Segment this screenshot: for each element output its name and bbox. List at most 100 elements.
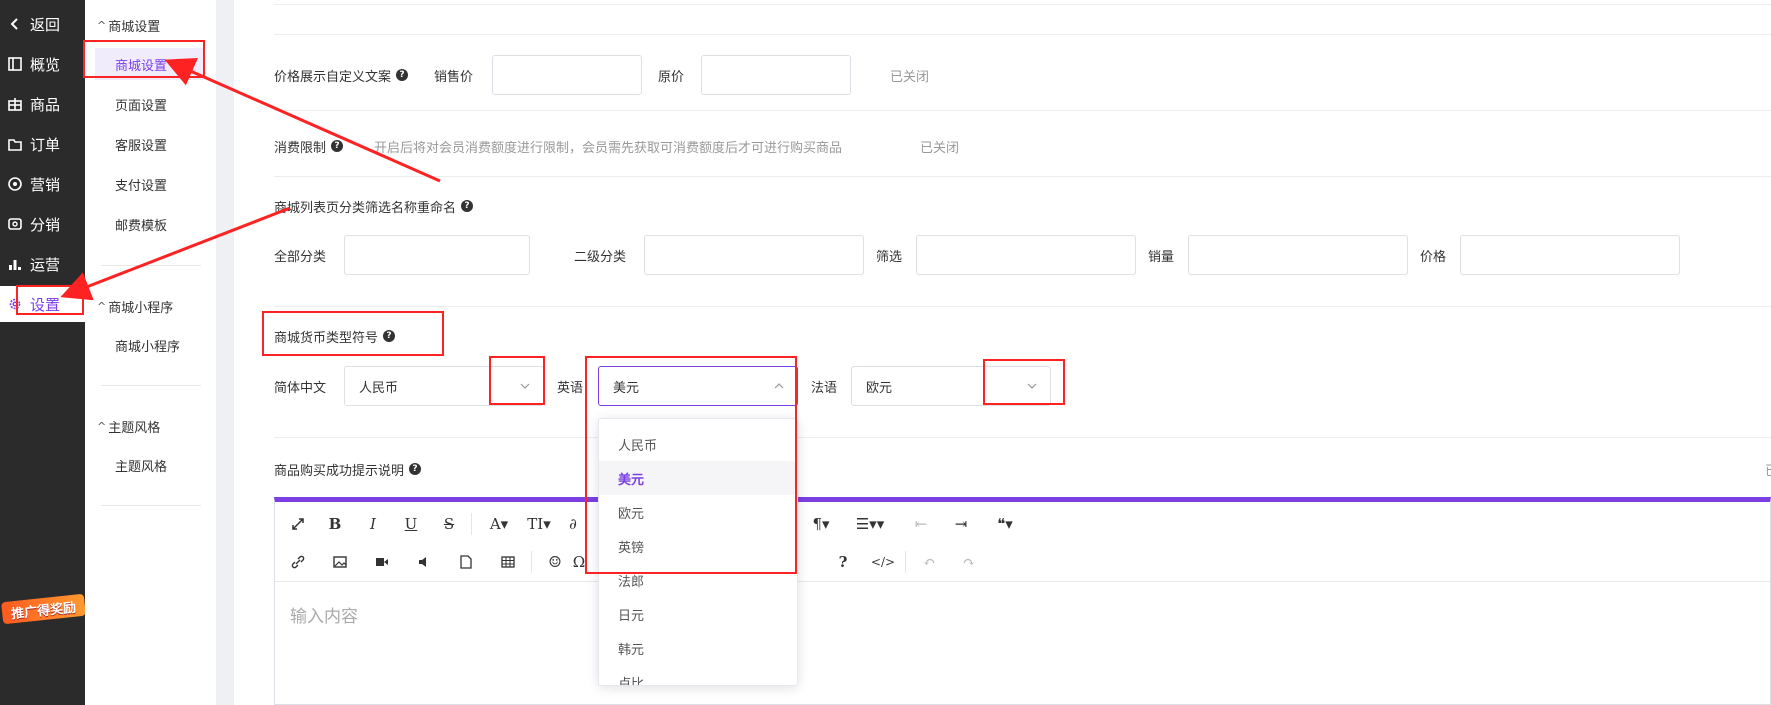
promo-banner[interactable]: 推广得奖励 — [0, 582, 86, 634]
row-divider — [274, 34, 1771, 35]
paragraph-icon[interactable]: ¶▾ — [803, 510, 839, 538]
link-icon[interactable] — [284, 548, 312, 576]
currency-option[interactable]: 法郎 — [599, 563, 797, 597]
sales-input[interactable] — [1188, 235, 1408, 275]
redo-icon[interactable]: ↷ — [955, 548, 983, 576]
indent-icon[interactable]: ⇥ — [947, 510, 975, 538]
nav-item-label: 概览 — [30, 55, 61, 74]
price-input[interactable] — [1460, 235, 1680, 275]
table-icon[interactable] — [494, 548, 522, 576]
chevron-up-icon: ^ — [97, 299, 107, 313]
audio-icon[interactable] — [410, 548, 438, 576]
nav-item-label: 营销 — [30, 175, 61, 194]
divider — [101, 505, 201, 506]
nav-item-marketing[interactable]: 营销 — [0, 166, 85, 202]
sub-item-mini-program[interactable]: 商城小程序 — [95, 329, 203, 361]
help-icon[interactable]: ? — [396, 69, 409, 81]
currency-option-selected[interactable]: 美元 — [599, 461, 797, 495]
group-title-theme[interactable]: ^ 主题风格 — [97, 416, 160, 436]
sub-item-mall-settings[interactable]: 商城设置 — [95, 48, 203, 80]
currency-option[interactable]: 人民币 — [599, 427, 797, 461]
row-divider — [274, 176, 1771, 177]
simplified-chinese-currency-select[interactable]: 人民币 — [344, 366, 544, 406]
nav-item-label: 设置 — [30, 295, 61, 314]
nav-item-label: 分销 — [30, 215, 61, 234]
sale-price-label: 销售价 — [434, 69, 474, 85]
help-icon[interactable]: ? — [383, 330, 396, 342]
nav-item-goods[interactable]: 商品 — [0, 86, 85, 122]
sub-item-payment-settings[interactable]: 支付设置 — [95, 168, 203, 200]
font-color-icon[interactable]: A▾ — [481, 510, 517, 538]
all-category-label: 全部分类 — [274, 249, 327, 265]
outdent-icon[interactable]: ⇤ — [907, 510, 935, 538]
nav-item-back[interactable]: 返回 — [0, 6, 85, 42]
original-price-input[interactable] — [701, 55, 851, 95]
italic-icon[interactable]: I — [359, 510, 387, 538]
group-title-mall-settings[interactable]: ^ 商城设置 — [97, 15, 160, 35]
file-icon[interactable] — [452, 548, 480, 576]
nav-item-operations[interactable]: 运营 — [0, 246, 85, 282]
bold-icon[interactable]: B — [321, 510, 349, 538]
purchase-tip-status[interactable]: 已 — [1765, 459, 1771, 479]
order-icon — [0, 137, 30, 151]
undo-icon[interactable]: ↶ — [915, 548, 943, 576]
chevron-down-icon — [520, 383, 530, 389]
row-divider — [274, 437, 1771, 438]
highlight-icon[interactable]: ∂ — [559, 510, 587, 538]
code-view-icon[interactable]: </> — [869, 548, 897, 576]
sale-price-input[interactable] — [492, 55, 642, 95]
price-display-status[interactable]: 已关闭 — [890, 65, 929, 85]
help-icon[interactable]: ? — [331, 140, 344, 152]
image-icon[interactable] — [326, 548, 354, 576]
settings-panel: 价格展示自定义文案? 销售价 原价 已关闭 消费限制? 开启后将对会员消费额度进… — [234, 0, 1771, 705]
primary-sidebar: 返回 概览 商品 订单 营销 分销 运营 设置 推广得奖励 — [0, 0, 86, 705]
spend-limit-hint: 开启后将对会员消费额度进行限制，会员需先获取可消费额度后才可进行购买商品 — [374, 140, 843, 156]
divider — [101, 265, 201, 266]
english-label: 英语 — [557, 380, 584, 396]
nav-item-settings[interactable]: 设置 — [0, 286, 85, 322]
sub-item-service-settings[interactable]: 客服设置 — [95, 128, 203, 160]
price-display-label: 价格展示自定义文案? — [274, 65, 409, 85]
underline-icon[interactable]: U — [397, 510, 425, 538]
purchase-tip-label: 商品购买成功提示说明? — [274, 459, 422, 479]
help-icon[interactable]: ? — [409, 463, 422, 475]
sub-item-theme[interactable]: 主题风格 — [95, 449, 203, 481]
nav-item-distribution[interactable]: 分销 — [0, 206, 85, 242]
special-char-icon[interactable]: Ω — [565, 548, 593, 576]
currency-option[interactable]: 韩元 — [599, 631, 797, 665]
group-title-mini-program[interactable]: ^ 商城小程序 — [97, 296, 173, 316]
strikethrough-icon[interactable]: S — [435, 510, 463, 538]
editor-placeholder[interactable]: 输入内容 — [290, 602, 358, 627]
help-icon[interactable]: ? — [461, 200, 474, 212]
quote-icon[interactable]: ❝▾ — [987, 510, 1023, 538]
nav-item-label: 商品 — [30, 95, 61, 114]
currency-option[interactable]: 卢比 — [599, 665, 797, 686]
price-label: 价格 — [1420, 249, 1447, 265]
nav-item-orders[interactable]: 订单 — [0, 126, 85, 162]
row-divider — [274, 4, 1771, 5]
english-currency-select[interactable]: 美元 — [598, 366, 798, 406]
rich-text-editor[interactable]: B I U S A▾ TI▾ ∂ ¶▾ ☰▾▾ ⇤ ⇥ ❝▾ ☺ Ω ? </> — [274, 497, 1771, 705]
sub-item-page-settings[interactable]: 页面设置 — [95, 88, 203, 120]
sales-label: 销量 — [1148, 249, 1175, 265]
fullscreen-icon[interactable] — [284, 510, 312, 538]
currency-option[interactable]: 欧元 — [599, 495, 797, 529]
nav-item-label: 订单 — [30, 135, 61, 154]
french-currency-select[interactable]: 欧元 — [851, 366, 1051, 406]
promo-label: 推广得奖励 — [1, 593, 86, 625]
font-size-icon[interactable]: TI▾ — [521, 510, 557, 538]
help-icon[interactable]: ? — [829, 548, 857, 576]
currency-option[interactable]: 日元 — [599, 597, 797, 631]
chevron-up-icon — [774, 383, 784, 389]
spend-limit-status[interactable]: 已关闭 — [920, 136, 959, 156]
currency-option[interactable]: 英镑 — [599, 529, 797, 563]
original-price-label: 原价 — [658, 69, 685, 85]
nav-item-overview[interactable]: 概览 — [0, 46, 85, 82]
all-category-input[interactable] — [344, 235, 530, 275]
sub-category-input[interactable] — [644, 235, 864, 275]
filter-input[interactable] — [916, 235, 1136, 275]
video-icon[interactable] — [368, 548, 396, 576]
editor-toolbar: B I U S A▾ TI▾ ∂ ¶▾ ☰▾▾ ⇤ ⇥ ❝▾ ☺ Ω ? </> — [275, 502, 1770, 582]
align-icon[interactable]: ☰▾▾ — [843, 510, 897, 538]
sub-item-postage-template[interactable]: 邮费模板 — [95, 208, 203, 240]
